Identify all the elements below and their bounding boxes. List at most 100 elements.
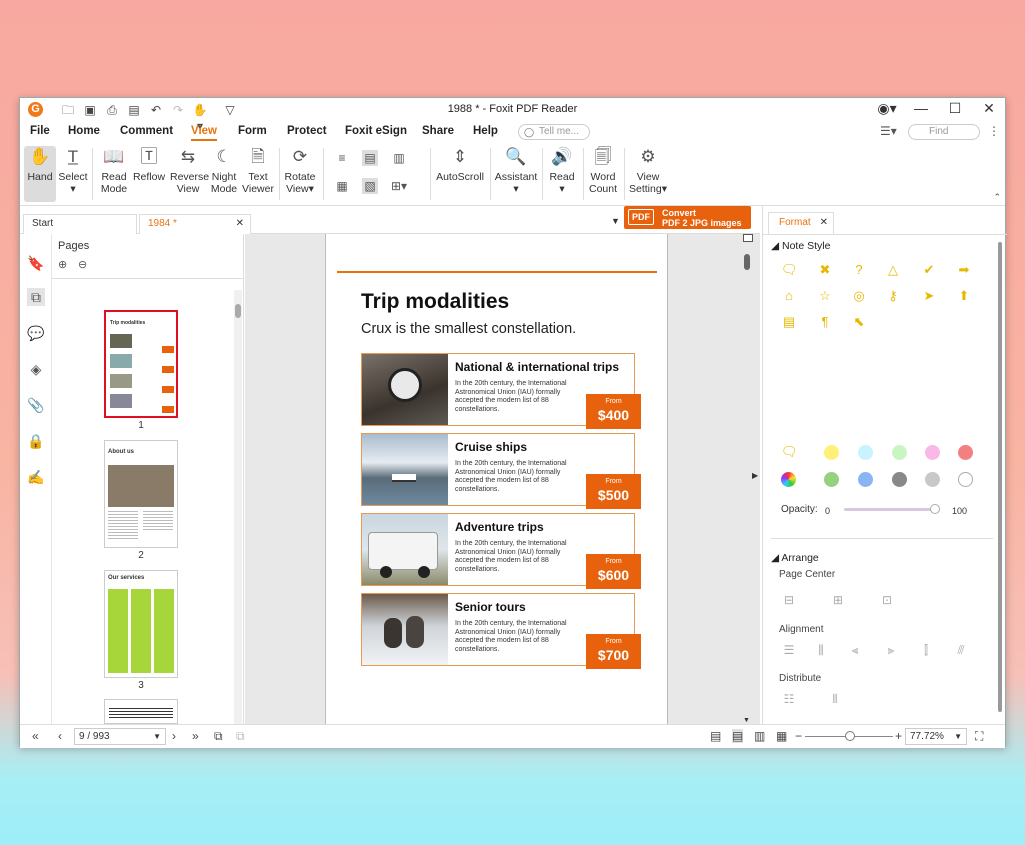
format-tab[interactable]: Format ✕ [768,212,834,234]
reverse-view-button[interactable]: ⇆ Reverse View [170,146,209,195]
color-swatch-pink[interactable] [925,445,940,460]
zoom-dropdown-icon[interactable]: ▼ [954,729,962,744]
comments-icon[interactable]: 💬 [27,324,45,342]
close-format-tab-icon[interactable]: ✕ [820,213,828,233]
right-arrow-note-icon[interactable]: ➡ [956,262,972,278]
select-tool-button[interactable]: T̲ Select ▾ [58,146,88,195]
color-swatch-gray[interactable] [892,472,907,487]
bookmark-icon[interactable]: 🔖 [27,254,45,272]
autoscroll-button[interactable]: ⇕ AutoScroll [436,146,484,183]
rotate-view-button[interactable]: ⟳ Rotate View▾ [283,146,317,195]
continuous-facing-icon[interactable]: ▦ [334,178,350,194]
zoom-out-thumbnail-icon[interactable]: ⊖ [78,258,87,271]
zoom-slider-handle[interactable] [845,731,855,741]
reflow-button[interactable]: 🅃 Reflow [132,146,166,183]
up-arrow-note-icon[interactable]: ⬆ [956,288,972,304]
account-icon[interactable]: ◉▾ [877,100,897,117]
color-picker-icon[interactable] [781,472,796,487]
star-note-icon[interactable]: ☆ [817,288,833,304]
insert-note-icon[interactable]: ⌂ [781,288,797,304]
color-swatch-yellow[interactable] [824,445,839,460]
color-swatch-light-gray[interactable] [925,472,940,487]
check-note-icon[interactable]: ✔ [921,262,937,278]
key-note-icon[interactable]: ⚷ [885,288,901,304]
thumbnail-scrollbar[interactable] [234,290,242,724]
page-thumbnail-1[interactable]: Trip modalities [104,310,178,418]
color-swatch-green[interactable] [824,472,839,487]
align-top-icon[interactable]: ☰ [781,642,797,658]
read-mode-button[interactable]: 📖 Read Mode [98,146,130,195]
close-button[interactable]: ✕ [979,100,999,117]
opacity-slider[interactable] [844,508,939,511]
menu-foxit-esign[interactable]: Foxit eSign [345,125,407,137]
continuous-page-icon[interactable]: ▤ [362,150,378,166]
color-swatch-white[interactable] [958,472,973,487]
security-icon[interactable]: 🔒 [27,432,45,450]
right-pointer-note-icon[interactable]: ➤ [921,288,937,304]
comment-note-icon[interactable]: 🗨 [781,262,798,278]
page-thumbnail-4[interactable] [104,699,178,724]
layers-icon[interactable]: ◈ [27,360,45,378]
menu-help[interactable]: Help [473,125,498,137]
note-icon[interactable]: ▤ [781,314,797,330]
first-page-icon[interactable]: « [32,729,39,743]
zoom-in-thumbnail-icon[interactable]: ⊕ [58,258,67,271]
menu-view[interactable]: View [191,125,217,141]
zoom-in-icon[interactable]: + [895,729,902,743]
collapse-right-panel-icon[interactable]: ▶ [752,471,758,480]
align-middle-icon[interactable]: ⫼ [813,642,829,658]
previous-page-icon[interactable]: ‹ [58,729,62,743]
tab-document[interactable]: 1984 * ✕ [139,214,251,234]
color-swatch-light-green[interactable] [892,445,907,460]
read-aloud-button[interactable]: 🔊 Read ▾ [547,146,577,195]
format-panel-scrollbar[interactable] [997,236,1003,718]
facing-view-icon[interactable]: ▥ [754,729,765,743]
text-viewer-button[interactable]: 🗎 Text Viewer [242,146,274,195]
hand-tool-button[interactable]: ✋ Hand [24,146,56,202]
zoom-level-input[interactable]: 77.72% ▼ [905,728,967,745]
color-swatch-red[interactable] [958,445,973,460]
distribute-vertical-icon[interactable]: ☷ [781,691,797,707]
split-view-icon[interactable]: ⊞▾ [391,178,407,194]
up-left-arrow-note-icon[interactable]: ⬉ [851,314,867,330]
minimize-button[interactable]: — [911,100,931,117]
page-thumbnail-3[interactable]: Our services [104,570,178,678]
center-vertical-icon[interactable]: ⊞ [830,592,846,608]
menu-form[interactable]: Form [238,125,267,137]
single-page-view-icon[interactable]: ▤ [710,729,721,743]
paragraph-note-icon[interactable]: ¶ [817,314,833,330]
more-options-icon[interactable]: ⋮ [988,124,1000,138]
center-both-icon[interactable]: ⊡ [879,592,895,608]
assistant-button[interactable]: 🔍 Assistant ▾ [494,146,538,195]
align-bottom-icon[interactable]: ⫻ [953,642,969,658]
cross-note-icon[interactable]: ✖ [817,262,833,278]
continuous-facing-view-icon[interactable]: ▦ [776,729,787,743]
opacity-slider-handle[interactable] [930,504,940,514]
close-tab-icon[interactable]: ✕ [236,215,244,233]
attachments-icon[interactable]: 📎 [27,396,45,414]
collapse-ribbon-icon[interactable]: ⌃ [993,192,1001,203]
triangle-note-icon[interactable]: △ [885,262,901,278]
page-thumbnail-2[interactable]: About us [104,440,178,548]
last-page-icon[interactable]: » [192,729,199,743]
single-page-icon[interactable]: ≡ [334,150,350,166]
color-swatch-blue[interactable] [858,472,873,487]
word-count-button[interactable]: 🗐 Word Count [586,146,620,195]
menu-file[interactable]: File [30,125,50,137]
view-setting-button[interactable]: ⚙ View Setting▾ [628,146,668,195]
distribute-horizontal-icon[interactable]: ⫴ [827,691,843,707]
night-mode-button[interactable]: ☾ Night Mode [208,146,240,195]
circle-note-icon[interactable]: ◎ [851,288,867,304]
find-input[interactable]: Find [908,124,980,140]
tell-me-search[interactable]: Tell me... [518,124,590,140]
maximize-button[interactable]: ☐ [945,100,965,117]
center-horizontal-icon[interactable]: ⊟ [781,592,797,608]
convert-banner[interactable]: PDF Convert PDF 2 JPG images [624,206,751,229]
scroll-down-icon[interactable]: ▼ [743,717,750,724]
document-scrollbar[interactable]: ▼ [743,234,753,724]
facing-page-icon[interactable]: ▥ [391,150,407,166]
align-left-icon[interactable]: ⫷ [847,642,863,658]
signatures-icon[interactable]: ✍ [27,468,45,486]
separate-cover-icon[interactable]: ▧ [362,178,378,194]
tab-list-dropdown-icon[interactable]: ▼ [611,216,620,226]
